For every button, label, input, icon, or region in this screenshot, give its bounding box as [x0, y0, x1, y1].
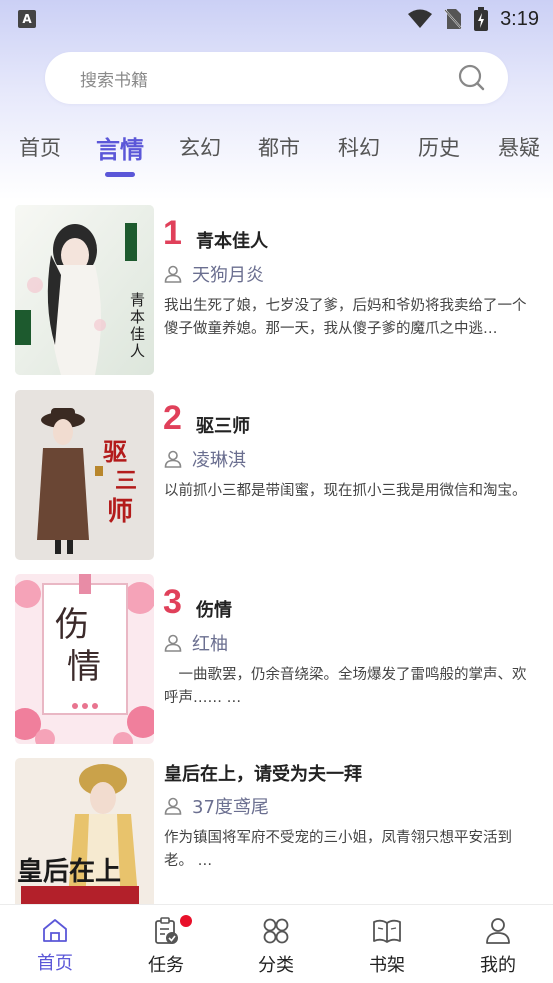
book-item[interactable]: 驱 三 师 2 驱三师 凌琳淇 以前抓小三都是带闺蜜，现在抓小三我是用微信和淘宝… — [15, 390, 540, 560]
book-author: 红柚 — [192, 634, 228, 655]
book-item[interactable]: 青 本 佳 人 1 青本佳人 天狗月炎 我出生死了娘，七岁没了爹，后妈和爷奶将我… — [15, 205, 540, 375]
book-title[interactable]: 青本佳人 — [196, 227, 268, 253]
book-item[interactable]: 皇后在上 皇后在上，请受为夫一拜 37度鸢尾 作为镇国将军府不受宠的三小姐，凤青… — [15, 758, 540, 904]
tab-history[interactable]: 历史 — [418, 132, 460, 162]
nav-tasks-label: 任务 — [148, 955, 184, 976]
book-cover[interactable]: 皇后在上 — [15, 758, 154, 904]
rank-number: 3 — [163, 583, 182, 621]
book-description: 以前抓小三都是带闺蜜，现在抓小三我是用微信和淘宝。 — [164, 483, 527, 499]
tab-fantasy[interactable]: 玄幻 — [179, 132, 221, 162]
nav-tasks[interactable]: 任务 — [126, 917, 206, 977]
svg-text:师: 师 — [107, 497, 133, 527]
nav-bookshelf[interactable]: 书架 — [347, 917, 427, 977]
profile-icon — [486, 918, 510, 944]
rank-number: 1 — [163, 214, 182, 252]
app-notification-icon: A — [18, 10, 36, 28]
search-icon[interactable] — [458, 64, 486, 92]
nav-categories-label: 分类 — [258, 955, 294, 976]
nav-home[interactable]: 首页 — [15, 917, 95, 975]
tab-mystery[interactable]: 悬疑 — [498, 132, 540, 162]
nav-categories[interactable]: 分类 — [236, 917, 316, 977]
book-description: 作为镇国将军府不受宠的三小姐，凤青翎只想平安活到老。 … — [164, 830, 512, 869]
active-tab-indicator — [105, 172, 135, 177]
book-cover[interactable]: 驱 三 师 — [15, 390, 154, 560]
book-author: 凌琳淇 — [192, 450, 246, 471]
bookshelf-icon — [373, 919, 401, 943]
author-row: 37度鸢尾 — [164, 793, 269, 819]
user-icon — [164, 265, 182, 283]
user-icon — [164, 797, 182, 815]
tab-scifi[interactable]: 科幻 — [338, 132, 380, 162]
svg-text:本: 本 — [130, 308, 145, 326]
svg-text:情: 情 — [67, 647, 101, 687]
category-tabs: 首页 言情 玄幻 都市 科幻 历史 悬疑 — [0, 132, 553, 180]
author-row: 凌琳淇 — [164, 446, 246, 472]
book-item[interactable]: 伤 情 3 伤情 红柚 一曲歌罢，仍余音绕梁。全场爆发了雷鸣般的掌声、欢呼声……… — [15, 574, 540, 744]
book-cover[interactable]: 青 本 佳 人 — [15, 205, 154, 375]
nav-profile[interactable]: 我的 — [458, 917, 538, 977]
search-placeholder: 搜索书籍 — [80, 70, 148, 91]
user-icon — [164, 450, 182, 468]
search-input[interactable]: 搜索书籍 — [45, 52, 508, 104]
svg-text:驱: 驱 — [103, 437, 127, 466]
battery-charging-icon — [474, 7, 489, 31]
book-description: 一曲歌罢，仍余音绕梁。全场爆发了雷鸣般的掌声、欢呼声…… … — [164, 667, 527, 706]
nav-home-label: 首页 — [37, 953, 73, 974]
author-row: 天狗月炎 — [164, 261, 264, 287]
notification-badge — [180, 915, 192, 927]
book-title[interactable]: 皇后在上，请受为夫一拜 — [164, 760, 362, 786]
book-title[interactable]: 驱三师 — [196, 412, 250, 438]
no-sim-icon — [444, 9, 462, 29]
cover-title-text: 青 — [130, 291, 145, 309]
author-row: 红柚 — [164, 630, 228, 656]
svg-text:伤: 伤 — [55, 605, 89, 645]
category-grid-icon — [263, 918, 289, 944]
book-author: 天狗月炎 — [192, 265, 264, 286]
nav-profile-label: 我的 — [480, 955, 516, 976]
home-icon — [43, 919, 67, 942]
svg-text:三: 三 — [115, 468, 137, 494]
svg-text:佳: 佳 — [130, 325, 145, 343]
tab-romance[interactable]: 言情 — [96, 130, 144, 165]
book-author: 37度鸢尾 — [192, 797, 269, 818]
rank-number: 2 — [163, 399, 182, 437]
bottom-navigation: 首页 任务 分类 书架 我的 — [0, 904, 553, 983]
book-cover[interactable]: 伤 情 — [15, 574, 154, 744]
svg-text:人: 人 — [130, 342, 145, 360]
wifi-icon — [408, 9, 433, 28]
tab-urban[interactable]: 都市 — [258, 132, 300, 162]
nav-bookshelf-label: 书架 — [369, 955, 405, 976]
tab-home[interactable]: 首页 — [19, 132, 61, 162]
task-clipboard-icon — [155, 917, 178, 944]
book-description: 我出生死了娘，七岁没了爹，后妈和爷奶将我卖给了一个傻子做童养媳。那一天，我从傻子… — [164, 298, 527, 337]
svg-text:皇后在上: 皇后在上 — [17, 857, 121, 887]
status-bar: A 3:19 — [0, 0, 553, 38]
user-icon — [164, 634, 182, 652]
clock: 3:19 — [500, 7, 539, 30]
book-title[interactable]: 伤情 — [196, 596, 232, 622]
